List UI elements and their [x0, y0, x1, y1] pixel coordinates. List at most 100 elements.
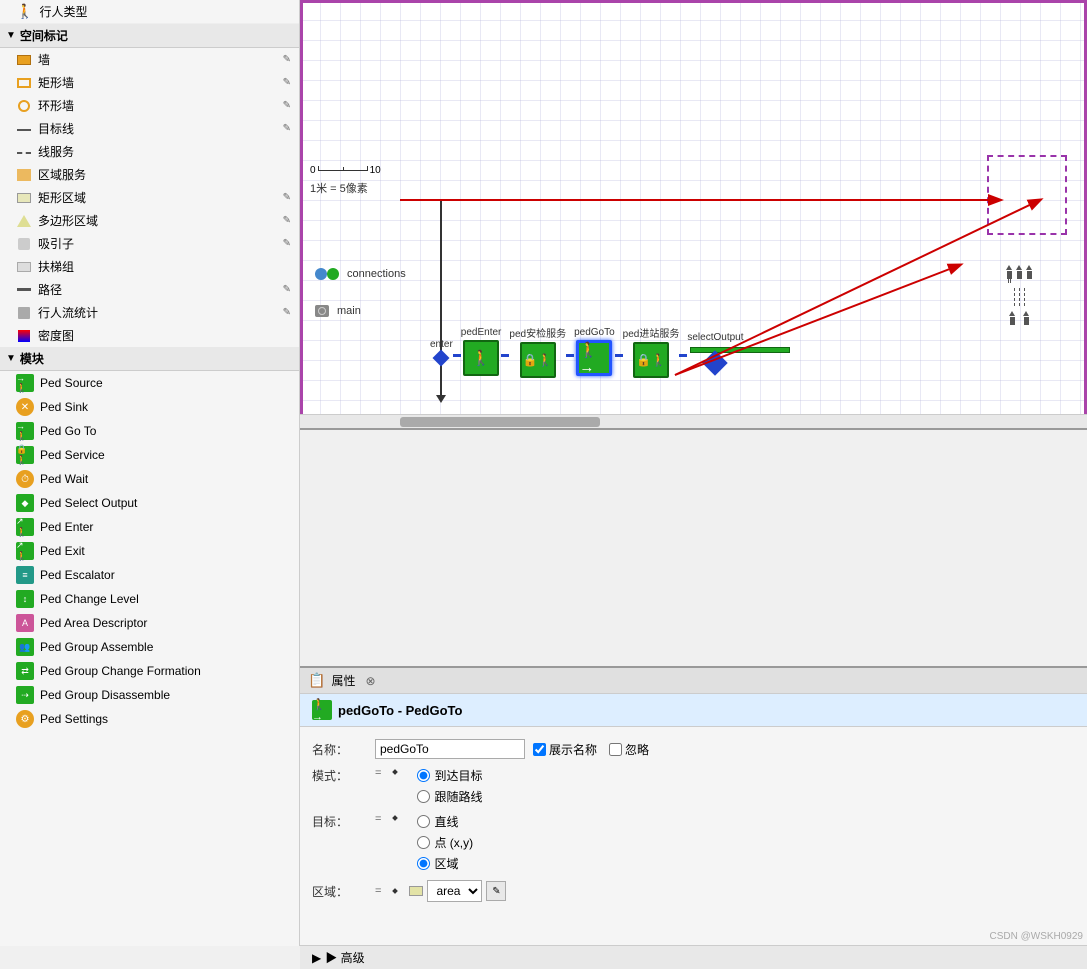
flow-node-enter[interactable]: enter — [430, 339, 453, 364]
ped-figures-group — [1006, 265, 1032, 325]
properties-tab[interactable]: 📋 属性 ⊗ — [300, 668, 1087, 694]
list-item-ped-settings[interactable]: ⚙ Ped Settings — [0, 707, 299, 731]
path-label: 路径 — [38, 281, 62, 298]
ped-source-label: Ped Source — [40, 376, 103, 390]
list-item-polygon-area[interactable]: 多边形区域 ✎ — [0, 209, 299, 232]
list-item-ped-group-change-formation[interactable]: ⇄ Ped Group Change Formation — [0, 659, 299, 683]
path-edit-icon[interactable]: ✎ — [283, 284, 291, 295]
properties-title-bar: 🚶→ pedGoTo - PedGoTo — [300, 694, 1087, 727]
ped-service-label: Ped Service — [40, 448, 105, 462]
target-label: 目标： — [312, 813, 367, 830]
mode-follow-route-radio[interactable] — [417, 790, 430, 803]
ped-station-service-label: ped进站服务 — [623, 325, 680, 340]
ped-source-icon: →🚶 — [16, 374, 34, 392]
ignore-check[interactable] — [609, 743, 622, 756]
list-item-target-line[interactable]: 目标线 ✎ — [0, 117, 299, 140]
flow-node-ped-enter[interactable]: pedEnter 🚶 — [461, 327, 502, 376]
ped-enter-label: Ped Enter — [40, 520, 93, 534]
flow-node-ped-goto[interactable]: pedGoTo 🚶→ — [574, 327, 615, 376]
target-area[interactable]: 区域 — [417, 855, 473, 872]
rect-area-edit-icon[interactable]: ✎ — [283, 192, 291, 203]
ped-settings-icon: ⚙ — [16, 710, 34, 728]
mode-reach-target[interactable]: 到达目标 — [417, 767, 482, 784]
ignore-checkbox[interactable]: 忽略 — [609, 741, 649, 758]
list-item-ped-goto[interactable]: →🚶 Ped Go To — [0, 419, 299, 443]
wall-edit-icon[interactable]: ✎ — [283, 54, 291, 65]
flow-node-ped-security[interactable]: ped安检服务 🔒🚶 — [509, 325, 566, 378]
flow-node-select-output[interactable]: selectOutput — [687, 332, 743, 372]
list-item-rect-area[interactable]: 矩形区域 ✎ — [0, 186, 299, 209]
horizontal-scrollbar[interactable] — [300, 414, 1087, 428]
list-item-density[interactable]: 密度图 — [0, 324, 299, 347]
attractor-icon — [16, 236, 32, 252]
ped-group-assemble-icon: 👥 — [16, 638, 34, 656]
show-name-checkbox[interactable]: 展示名称 — [533, 741, 597, 758]
ped-change-level-label: Ped Change Level — [40, 592, 139, 606]
zone-select[interactable]: area — [427, 880, 482, 902]
list-item-ped-count[interactable]: 行人流统计 ✎ — [0, 301, 299, 324]
ped-count-edit-icon[interactable]: ✎ — [283, 307, 291, 318]
list-item-attractor[interactable]: 吸引子 ✎ — [0, 232, 299, 255]
section-spatial-markers[interactable]: 空间标记 — [0, 24, 299, 48]
mode-reach-target-label: 到达目标 — [434, 767, 482, 784]
list-item-line-service[interactable]: 线服务 — [0, 140, 299, 163]
polygon-area-edit-icon[interactable]: ✎ — [283, 215, 291, 226]
ped-wait-icon: ⏱ — [16, 470, 34, 488]
mode-follow-route[interactable]: 跟随路线 — [417, 788, 482, 805]
name-input[interactable] — [375, 739, 525, 759]
ped-enter-icon: ↗🚶 — [16, 518, 34, 536]
list-item-ped-enter[interactable]: ↗🚶 Ped Enter — [0, 515, 299, 539]
target-point[interactable]: 点 (x,y) — [417, 834, 473, 851]
flow-node-ped-station-service[interactable]: ped进站服务 🔒🚶 — [623, 325, 680, 378]
list-item-path[interactable]: 路径 ✎ — [0, 278, 299, 301]
scroll-thumb[interactable] — [400, 417, 600, 427]
props-title-text: pedGoTo - PedGoTo — [338, 703, 462, 718]
ped-enter-flow-label: pedEnter — [461, 327, 502, 338]
list-item-ped-source[interactable]: →🚶 Ped Source — [0, 371, 299, 395]
connections-text: connections — [347, 268, 406, 280]
rect-wall-edit-icon[interactable]: ✎ — [283, 77, 291, 88]
list-item-wall[interactable]: 墙 ✎ — [0, 48, 299, 71]
mode-reach-target-radio[interactable] — [417, 769, 430, 782]
target-straight-line-radio[interactable] — [417, 815, 430, 828]
list-item-ped-wait[interactable]: ⏱ Ped Wait — [0, 467, 299, 491]
ped-sink-icon: ✕ — [16, 398, 34, 416]
properties-tab-close[interactable]: ⊗ — [365, 674, 375, 688]
canvas-area[interactable]: 0 10 1米 = 5像素 connections main — [300, 0, 1087, 430]
list-item-ped-select-output[interactable]: ◆ Ped Select Output — [0, 491, 299, 515]
list-item-ped-exit[interactable]: ↗🚶 Ped Exit — [0, 539, 299, 563]
zone-edit-button[interactable]: ✎ — [486, 881, 506, 901]
list-item-ped-group-assemble[interactable]: 👥 Ped Group Assemble — [0, 635, 299, 659]
polygon-area-icon — [16, 213, 32, 229]
ped-goto-icon: →🚶 — [16, 422, 34, 440]
attractor-edit-icon[interactable]: ✎ — [283, 238, 291, 249]
list-item-ped-service[interactable]: 🔒🚶 Ped Service — [0, 443, 299, 467]
mode-diamond-icon — [393, 769, 399, 775]
section-modules[interactable]: 模块 — [0, 347, 299, 371]
list-item-ped-sink[interactable]: ✕ Ped Sink — [0, 395, 299, 419]
list-item-rect-wall[interactable]: 矩形墙 ✎ — [0, 71, 299, 94]
ring-wall-edit-icon[interactable]: ✎ — [283, 100, 291, 111]
properties-tab-label: 属性 — [331, 672, 355, 689]
list-item-ped-change-level[interactable]: ↕ Ped Change Level — [0, 587, 299, 611]
list-item-area-service[interactable]: 区域服务 — [0, 163, 299, 186]
ruler: 0 10 — [310, 165, 381, 176]
show-name-check[interactable] — [533, 743, 546, 756]
list-item-ped-escalator[interactable]: ≡ Ped Escalator — [0, 563, 299, 587]
ruler-ten: 10 — [370, 165, 381, 176]
target-point-radio[interactable] — [417, 836, 430, 849]
ped-area-descriptor-icon: A — [16, 614, 34, 632]
ped-escalator-label: Ped Escalator — [40, 568, 115, 582]
list-item-escalator-group[interactable]: 扶梯组 — [0, 255, 299, 278]
list-item-ped-area-descriptor[interactable]: A Ped Area Descriptor — [0, 611, 299, 635]
list-item-ring-wall[interactable]: 环形墙 ✎ — [0, 94, 299, 117]
target-area-radio[interactable] — [417, 857, 430, 870]
list-item-ped-group-disassemble[interactable]: ⇢ Ped Group Disassemble — [0, 683, 299, 707]
ped-goto-label: Ped Go To — [40, 424, 96, 438]
target-line-edit-icon[interactable]: ✎ — [283, 123, 291, 134]
target-radio-group: 直线 点 (x,y) 区域 — [417, 813, 473, 872]
advanced-section[interactable]: ▶ ▶ 高级 — [300, 945, 1087, 969]
target-straight-line[interactable]: 直线 — [417, 813, 473, 830]
zone-input-group: area ✎ — [409, 880, 506, 902]
ped-exit-label: Ped Exit — [40, 544, 85, 558]
